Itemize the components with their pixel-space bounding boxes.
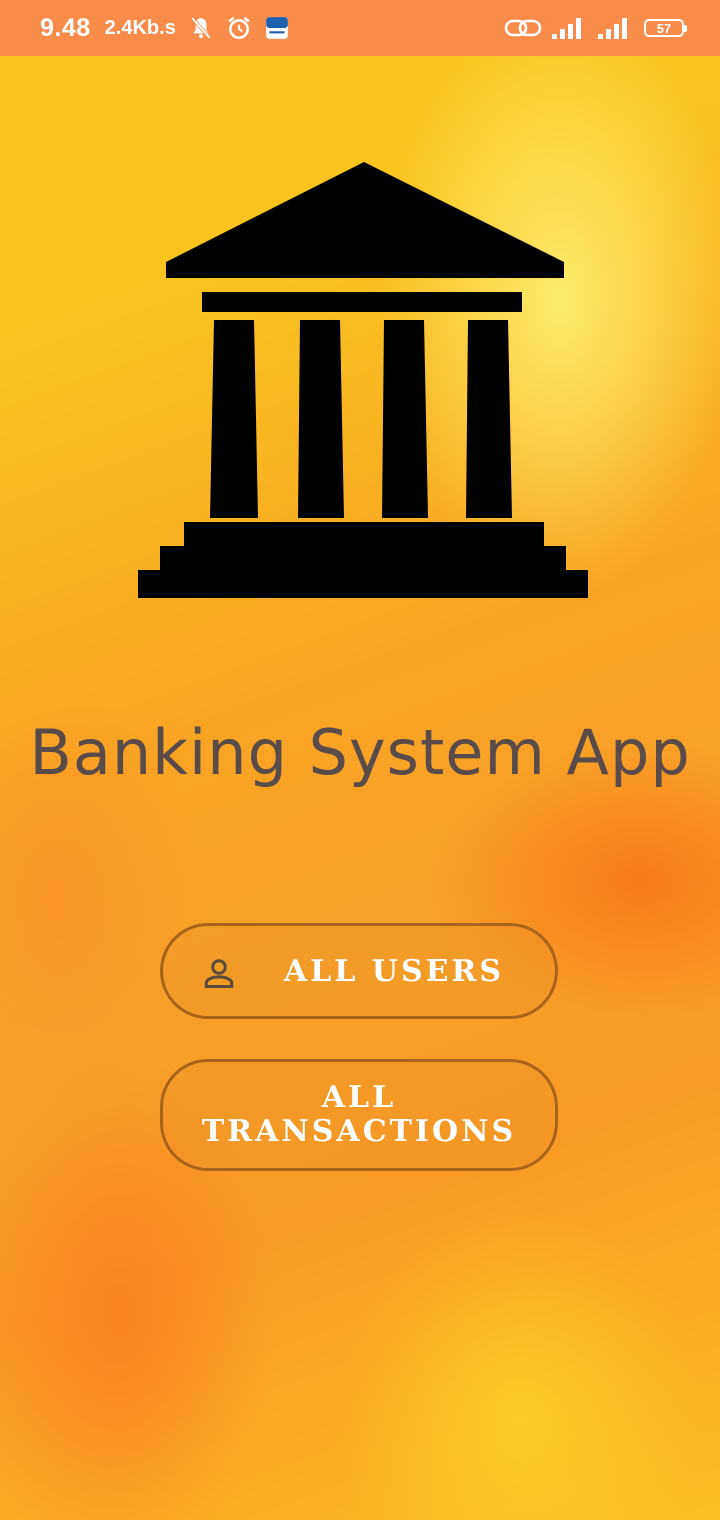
bell-off-icon <box>190 17 211 39</box>
status-time: 9.48 <box>40 13 91 42</box>
all-transactions-button[interactable]: ALL TRANSACTIONS <box>160 1059 558 1171</box>
status-bar: 9.48 2.4Kb.s 57 <box>0 0 720 56</box>
battery-icon: 57 <box>644 19 687 37</box>
all-transactions-label-line2: TRANSACTIONS <box>201 1114 517 1149</box>
app-title: Banking System App <box>29 716 691 789</box>
battery-level: 57 <box>656 20 672 36</box>
notification-app-icon <box>265 17 288 39</box>
person-icon <box>204 959 234 988</box>
bank-building-icon <box>138 162 588 598</box>
network-speed: 2.4Kb.s <box>104 16 176 39</box>
status-right-group: 57 <box>504 16 687 40</box>
signal-icon-2 <box>598 18 627 39</box>
all-users-label: ALL USERS <box>283 953 505 989</box>
alarm-icon <box>228 16 250 40</box>
all-transactions-label-line1: ALL <box>321 1080 397 1115</box>
signal-icon <box>552 18 581 39</box>
link-icon <box>504 19 542 37</box>
all-users-button[interactable]: ALL USERS <box>160 923 558 1019</box>
